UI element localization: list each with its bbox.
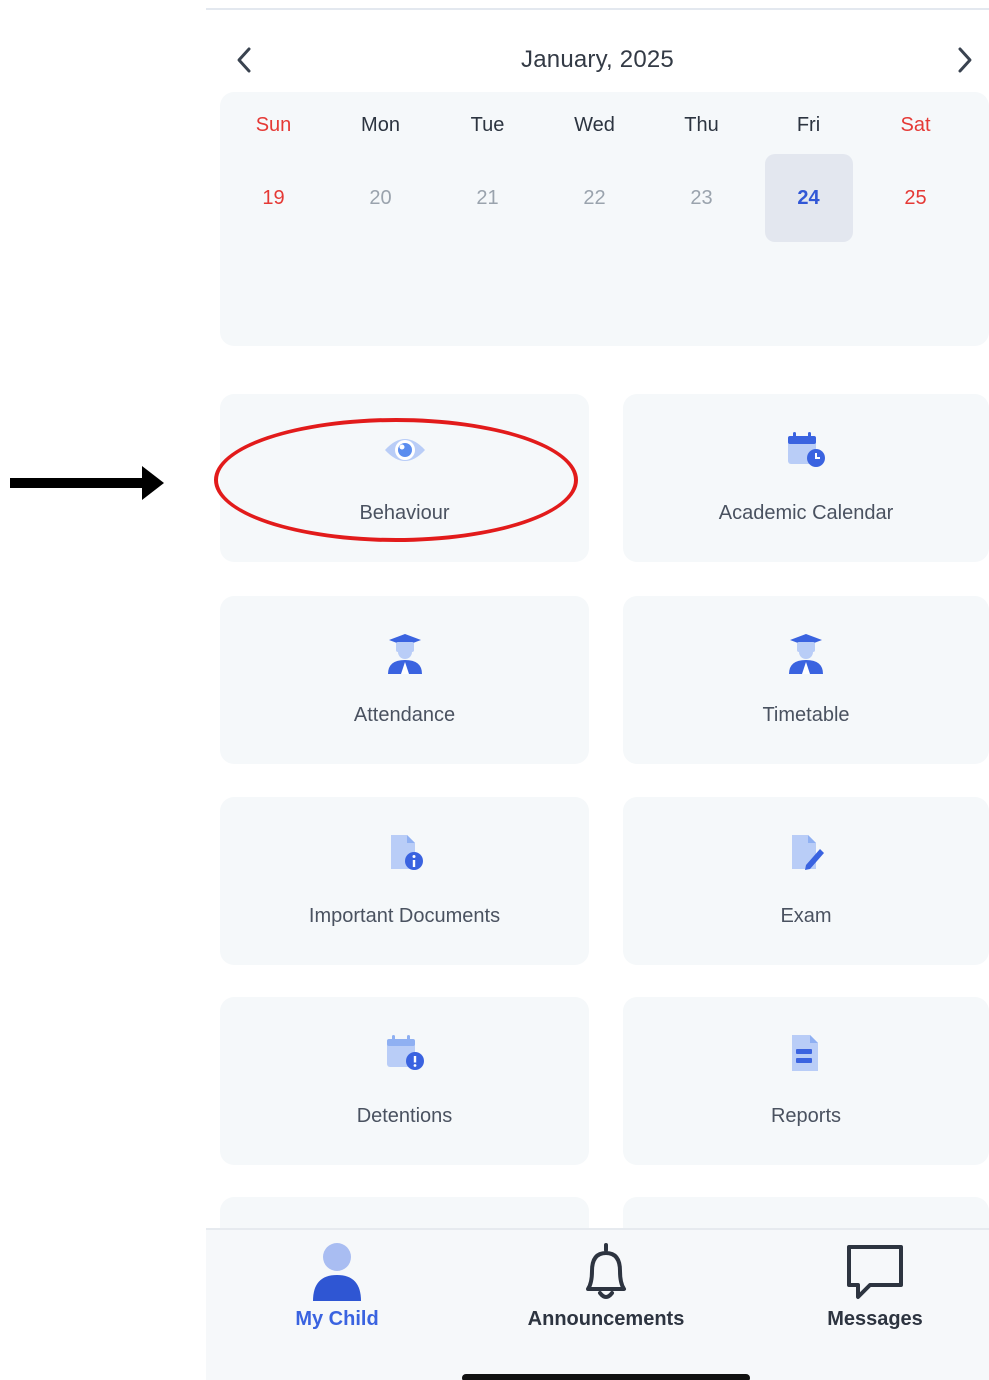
person-icon xyxy=(309,1240,365,1304)
student-icon xyxy=(220,632,589,674)
tile-label: Important Documents xyxy=(308,905,501,927)
nav-label: Messages xyxy=(827,1308,923,1330)
calendar-day[interactable]: 21 xyxy=(434,154,541,242)
tile-reports[interactable]: Reports xyxy=(623,997,989,1165)
calendar-week-card: Sun Mon Tue Wed Thu Fri Sat 19 20 21 22 … xyxy=(220,92,989,346)
weekday-label: Sat xyxy=(900,114,931,136)
chevron-right-icon[interactable] xyxy=(941,36,989,84)
app-screen: January, 2025 Sun Mon Tue Wed Thu Fri Sa… xyxy=(206,0,989,1380)
tile-academic-calendar[interactable]: Academic Calendar xyxy=(623,394,989,562)
weekday-label: Fri xyxy=(796,114,821,136)
day-number: 24 xyxy=(764,154,853,242)
calendar-clock-icon xyxy=(623,430,989,470)
calendar-day[interactable]: 19 xyxy=(220,154,327,242)
weekday-label: Wed xyxy=(574,114,615,136)
tile-label: Exam xyxy=(780,905,832,927)
top-divider xyxy=(206,8,989,10)
tile-label: Timetable xyxy=(762,704,850,726)
bell-icon xyxy=(578,1240,634,1304)
document-edit-icon xyxy=(623,833,989,873)
tile-exam[interactable]: Exam xyxy=(623,797,989,965)
day-number: 20 xyxy=(369,186,392,209)
home-indicator xyxy=(462,1374,750,1380)
calendar-day[interactable]: 23 xyxy=(648,154,755,242)
nav-announcements[interactable]: Announcements xyxy=(506,1230,706,1340)
tile-detentions[interactable]: Detentions xyxy=(220,997,589,1165)
tile-attendance[interactable]: Attendance xyxy=(220,596,589,764)
tile-important-documents[interactable]: Important Documents xyxy=(220,797,589,965)
tile-label: Academic Calendar xyxy=(718,502,894,524)
weekday-label: Sun xyxy=(255,114,292,136)
weekday-row: Sun Mon Tue Wed Thu Fri Sat xyxy=(220,110,989,140)
student-icon xyxy=(623,632,989,674)
month-title: January, 2025 xyxy=(521,46,674,73)
tile-label: Behaviour xyxy=(359,502,450,524)
weekday-label: Tue xyxy=(470,114,505,136)
weekday-label: Mon xyxy=(361,114,400,136)
document-info-icon xyxy=(220,833,589,873)
bottom-nav-bar: My Child Announcements Messages xyxy=(206,1228,989,1380)
nav-messages[interactable]: Messages xyxy=(810,1230,940,1340)
report-icon xyxy=(623,1033,989,1073)
day-number: 22 xyxy=(583,186,606,209)
tile-label: Reports xyxy=(770,1105,842,1127)
day-number: 21 xyxy=(476,186,499,209)
tile-timetable[interactable]: Timetable xyxy=(623,596,989,764)
calendar-day[interactable]: 20 xyxy=(327,154,434,242)
eye-icon xyxy=(220,430,589,470)
day-number: 25 xyxy=(904,186,927,209)
tile-behaviour[interactable]: Behaviour xyxy=(220,394,589,562)
nav-label: My Child xyxy=(295,1308,379,1330)
tile-label: Attendance xyxy=(353,704,456,726)
calendar-day[interactable]: 22 xyxy=(541,154,648,242)
weekday-label: Thu xyxy=(684,114,719,136)
nav-label: Announcements xyxy=(527,1308,685,1330)
chat-bubble-icon xyxy=(844,1240,906,1304)
calendar-day[interactable]: 25 xyxy=(862,154,969,242)
tile-label: Detentions xyxy=(356,1105,453,1127)
calendar-day-selected[interactable]: 24 xyxy=(755,154,862,242)
annotation-arrow-icon xyxy=(10,466,164,500)
nav-my-child[interactable]: My Child xyxy=(278,1230,396,1340)
calendar-alert-icon xyxy=(220,1033,589,1073)
calendar-header: January, 2025 xyxy=(206,36,989,84)
date-row: 19 20 21 22 23 24 25 xyxy=(220,154,989,242)
day-number: 23 xyxy=(690,186,713,209)
day-number: 19 xyxy=(262,186,285,209)
